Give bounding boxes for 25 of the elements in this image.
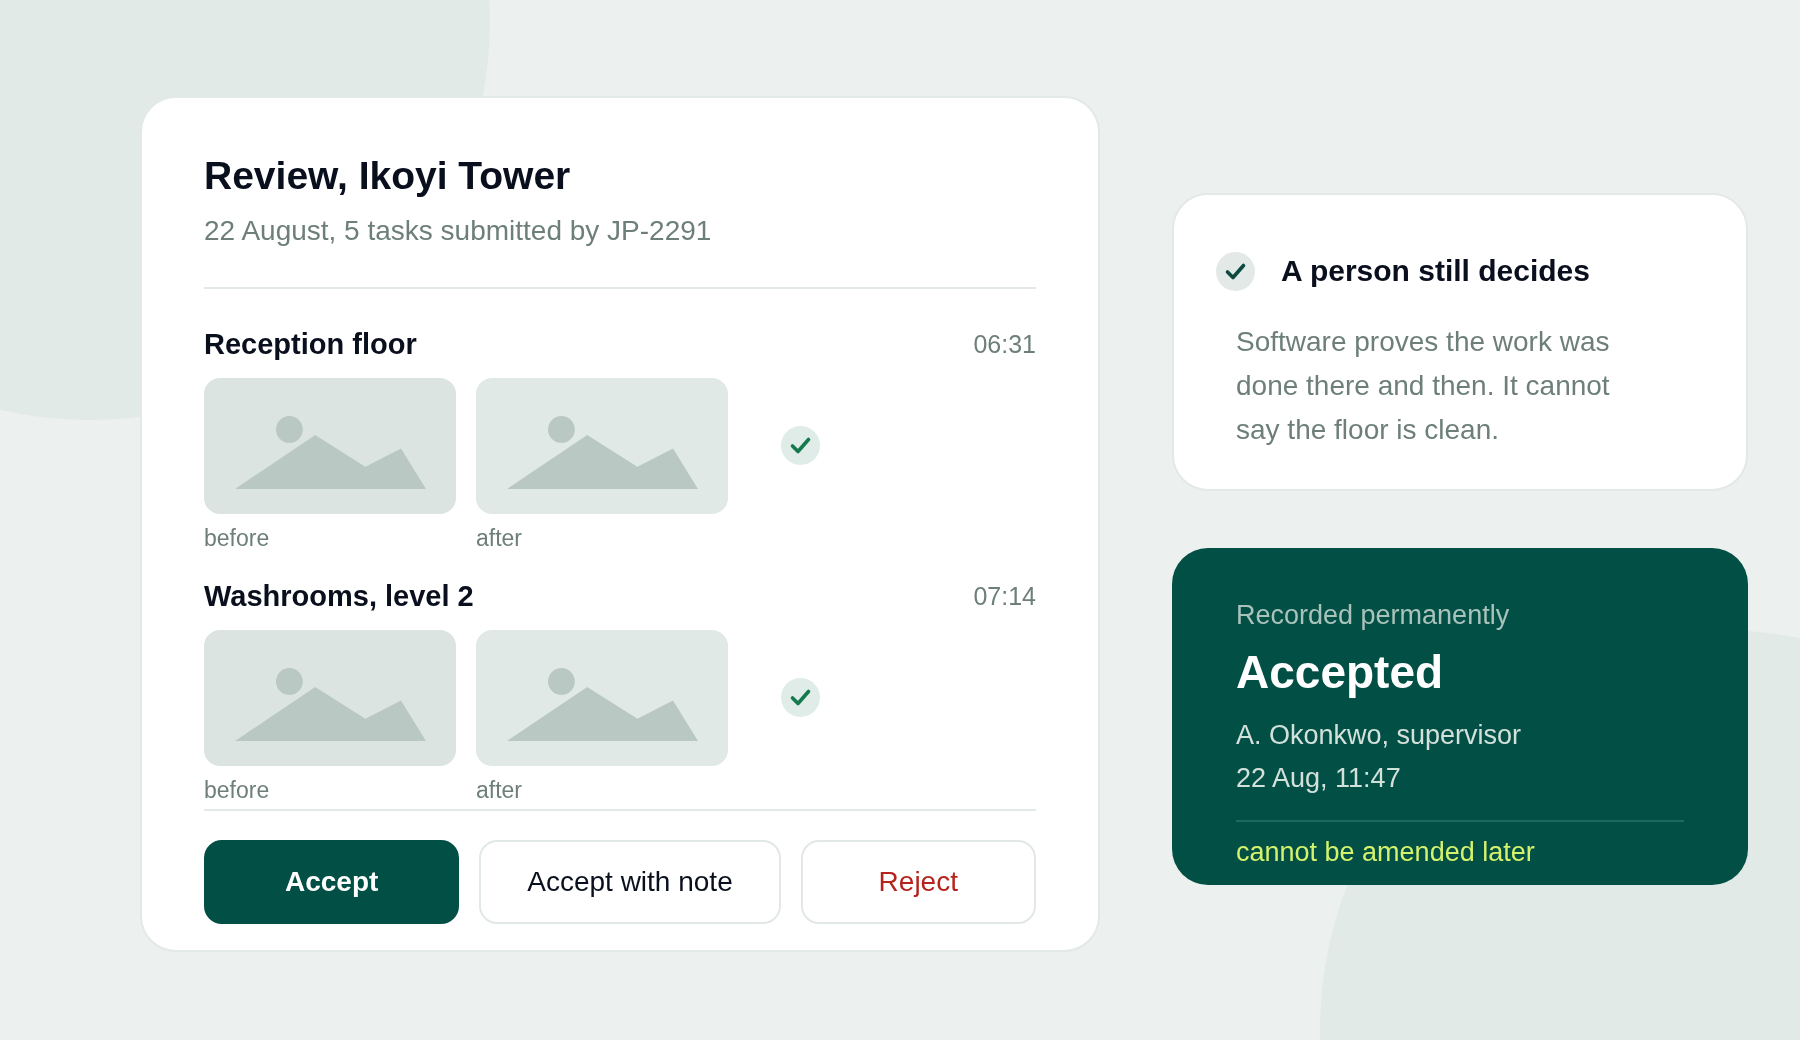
image-icon: [234, 415, 426, 489]
photo-caption: before: [204, 524, 271, 552]
photo-caption: before: [204, 776, 271, 804]
photo-caption: after: [476, 776, 524, 804]
info-text: Software proves the work was done there and then. It cannot say the floor is clean.: [1236, 325, 1611, 447]
image-icon: [506, 415, 698, 489]
review-subtitle: 22 August, 5 tasks submitted by JP-2291: [204, 214, 713, 248]
accept-button[interactable]: Accept: [204, 840, 460, 924]
info-heading: A person still decides: [1281, 253, 1590, 289]
image-icon: [506, 667, 698, 741]
reject-button[interactable]: Reject: [800, 840, 1036, 924]
task-time: 06:31: [973, 329, 1036, 360]
review-title: Review, Ikoyi Tower: [204, 153, 572, 199]
task-name: Reception floor: [204, 327, 417, 362]
check-icon: [1216, 251, 1255, 291]
accept-with-note-button[interactable]: Accept with note: [479, 840, 781, 924]
photo-caption: after: [476, 524, 524, 552]
task-time: 07:14: [973, 581, 1036, 612]
decision-detail: A. Okonkwo, supervisor: [1236, 719, 1523, 752]
decision-label: Recorded permanently: [1236, 599, 1511, 632]
decision-detail: 22 Aug, 11:47: [1236, 762, 1402, 795]
image-icon: [234, 667, 426, 741]
decision-footnote: cannot be amended later: [1236, 836, 1536, 869]
task-name: Washrooms, level 2: [204, 579, 474, 614]
decision-status: Accepted: [1236, 645, 1445, 700]
